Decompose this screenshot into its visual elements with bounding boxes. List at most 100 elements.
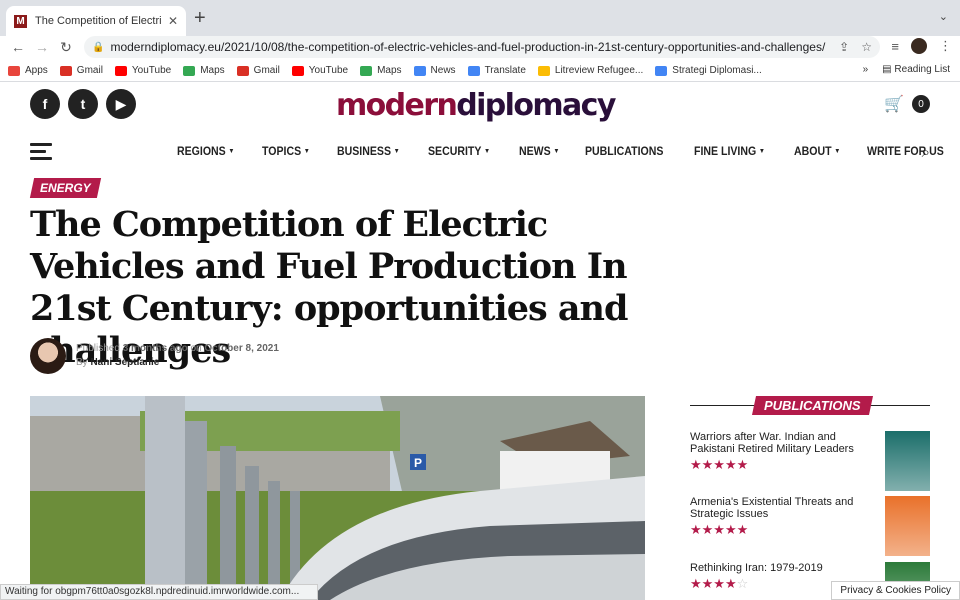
bookmark-item[interactable]: YouTube: [114, 65, 172, 76]
nav-item-security[interactable]: SECURITY ▼: [428, 144, 490, 158]
published-ago: 3 months ago: [122, 343, 188, 354]
bookmark-item[interactable]: Litreview Refugee...: [537, 65, 643, 76]
bookmark-icon: [236, 65, 249, 76]
main-navigation: REGIONS ▼ TOPICS ▼ BUSINESS ▼ SECURITY ▼ NEWS ▼ PU…: [177, 144, 960, 158]
social-links: f t ▶: [30, 89, 136, 119]
bookmark-icon: [537, 65, 550, 76]
dropdown-caret-icon: ▼: [304, 147, 311, 155]
bookmarks-overflow-icon[interactable]: »: [863, 64, 869, 75]
reading-list-label: Reading List: [894, 64, 950, 75]
bookmark-item[interactable]: Gmail: [59, 65, 103, 76]
bookmark-icon: [467, 65, 480, 76]
nav-item-topics[interactable]: TOPICS ▼: [262, 144, 310, 158]
bookmark-label: YouTube: [131, 65, 172, 76]
bookmark-icon: [8, 65, 20, 76]
nav-item-about[interactable]: ABOUT ▼: [794, 144, 840, 158]
featured-image: P: [30, 396, 645, 600]
search-icon[interactable]: ⌕: [922, 144, 930, 161]
reading-list-toolbar-icon[interactable]: ≡: [891, 39, 899, 54]
bookmark-item[interactable]: Maps: [183, 65, 225, 76]
bookmark-icon: [291, 65, 304, 76]
bookmark-label: Maps: [200, 65, 225, 76]
bookmark-label: News: [430, 65, 456, 76]
nav-item-business[interactable]: BUSINESS ▼: [337, 144, 400, 158]
bookmark-item[interactable]: News: [413, 65, 456, 76]
publication-item[interactable]: Warriors after War. Indian and Pakistani…: [690, 431, 930, 493]
bookmark-item[interactable]: Translate: [467, 65, 526, 76]
bookmark-icon: [655, 65, 668, 76]
bookmark-icon: [360, 65, 373, 76]
nav-item-label: PUBLICATIONS: [584, 144, 663, 158]
browser-menu-icon[interactable]: ⋮: [939, 38, 952, 54]
nav-item-write-for-us[interactable]: WRITE FOR US: [867, 144, 944, 158]
cart-button[interactable]: 🛒 0: [884, 94, 930, 114]
svg-text:P: P: [414, 456, 422, 470]
author-line: By Nani Septianie: [76, 357, 160, 368]
publication-title[interactable]: Warriors after War. Indian and Pakistani…: [690, 431, 870, 455]
logo-modern: modern: [336, 88, 458, 123]
bookmark-icon: [183, 65, 196, 76]
bookmark-icon: [114, 65, 127, 76]
dropdown-caret-icon: ▼: [228, 147, 235, 155]
browser-toolbar: ← → ↻ 🔒 moderndiplomacy.eu/2021/10/08/th…: [0, 36, 960, 58]
cart-count-badge: 0: [912, 95, 930, 113]
bookmark-item[interactable]: Apps: [8, 65, 48, 76]
menu-hamburger-icon[interactable]: [30, 143, 52, 164]
publication-title[interactable]: Armenia's Existential Threats and Strate…: [690, 496, 870, 520]
profile-avatar[interactable]: [911, 38, 927, 54]
nav-item-publications[interactable]: PUBLICATIONS: [585, 144, 663, 158]
publication-item[interactable]: Armenia's Existential Threats and Strate…: [690, 496, 930, 558]
browser-tab[interactable]: M The Competition of Electric Ve ✕: [6, 6, 186, 36]
nav-item-label: TOPICS: [262, 144, 302, 158]
nav-item-fine-living[interactable]: FINE LIVING ▼: [694, 144, 765, 158]
bookmark-icon: [59, 65, 72, 76]
status-bar: Waiting for obgpm76tt0a0sgozk8l.npdredin…: [0, 584, 318, 600]
publication-title[interactable]: Rethinking Iran: 1979-2019: [690, 562, 870, 574]
dropdown-caret-icon: ▼: [393, 147, 400, 155]
author-avatar[interactable]: [30, 338, 66, 374]
tab-search-icon[interactable]: ⌄: [939, 10, 948, 23]
publish-date: October 8, 2021: [204, 343, 279, 354]
youtube-icon[interactable]: ▶: [106, 89, 136, 119]
author-name[interactable]: Nani Septianie: [90, 357, 159, 368]
bookmark-star-icon[interactable]: ☆: [861, 40, 872, 54]
bookmark-item[interactable]: Gmail: [236, 65, 280, 76]
bookmark-item[interactable]: YouTube: [291, 65, 348, 76]
nav-item-label: SECURITY: [427, 144, 482, 158]
lock-icon[interactable]: 🔒: [92, 42, 104, 53]
bookmark-label: Strategi Diplomasi...: [672, 65, 762, 76]
bookmark-label: Gmail: [76, 65, 103, 76]
book-cover[interactable]: [885, 431, 930, 491]
nav-item-news[interactable]: NEWS ▼: [519, 144, 559, 158]
site-logo[interactable]: moderndiplomacy: [336, 88, 616, 123]
bookmarks-bar: Apps Gmail YouTube Maps Gmail YouTube Maps News…: [0, 60, 960, 82]
nav-item-label: FINE LIVING: [693, 144, 756, 158]
new-tab-icon[interactable]: +: [194, 8, 206, 28]
nav-item-label: BUSINESS: [336, 144, 391, 158]
tab-strip: M The Competition of Electric Ve ✕ + ⌄: [0, 0, 960, 36]
reading-list-button[interactable]: ▤ Reading List: [882, 64, 950, 75]
category-badge[interactable]: ENERGY: [29, 178, 101, 198]
address-bar[interactable]: 🔒 moderndiplomacy.eu/2021/10/08/the-comp…: [84, 36, 880, 58]
bookmark-item[interactable]: Maps: [360, 65, 402, 76]
url-text[interactable]: moderndiplomacy.eu/2021/10/08/the-compet…: [110, 40, 827, 54]
dropdown-caret-icon: ▼: [552, 147, 560, 155]
cart-icon: 🛒: [884, 96, 904, 113]
back-icon[interactable]: ←: [6, 39, 30, 55]
twitter-icon[interactable]: t: [68, 89, 98, 119]
nav-item-regions[interactable]: REGIONS ▼: [177, 144, 234, 158]
share-icon[interactable]: ⇪: [839, 40, 849, 54]
nav-item-label: WRITE FOR US: [866, 144, 944, 158]
bookmark-item[interactable]: Strategi Diplomasi...: [655, 65, 762, 76]
reload-icon[interactable]: ↻: [54, 39, 78, 56]
facebook-icon[interactable]: f: [30, 89, 60, 119]
bookmark-label: Translate: [484, 65, 526, 76]
privacy-policy-button[interactable]: Privacy & Cookies Policy: [831, 581, 960, 600]
bookmark-label: Gmail: [253, 65, 280, 76]
book-cover[interactable]: [885, 496, 930, 556]
tab-title: The Competition of Electric Ve: [35, 15, 162, 27]
forward-icon[interactable]: →: [30, 39, 54, 55]
nav-item-label: NEWS: [518, 144, 551, 158]
close-tab-icon[interactable]: ✕: [168, 14, 178, 28]
site-favicon-icon: M: [14, 14, 27, 28]
